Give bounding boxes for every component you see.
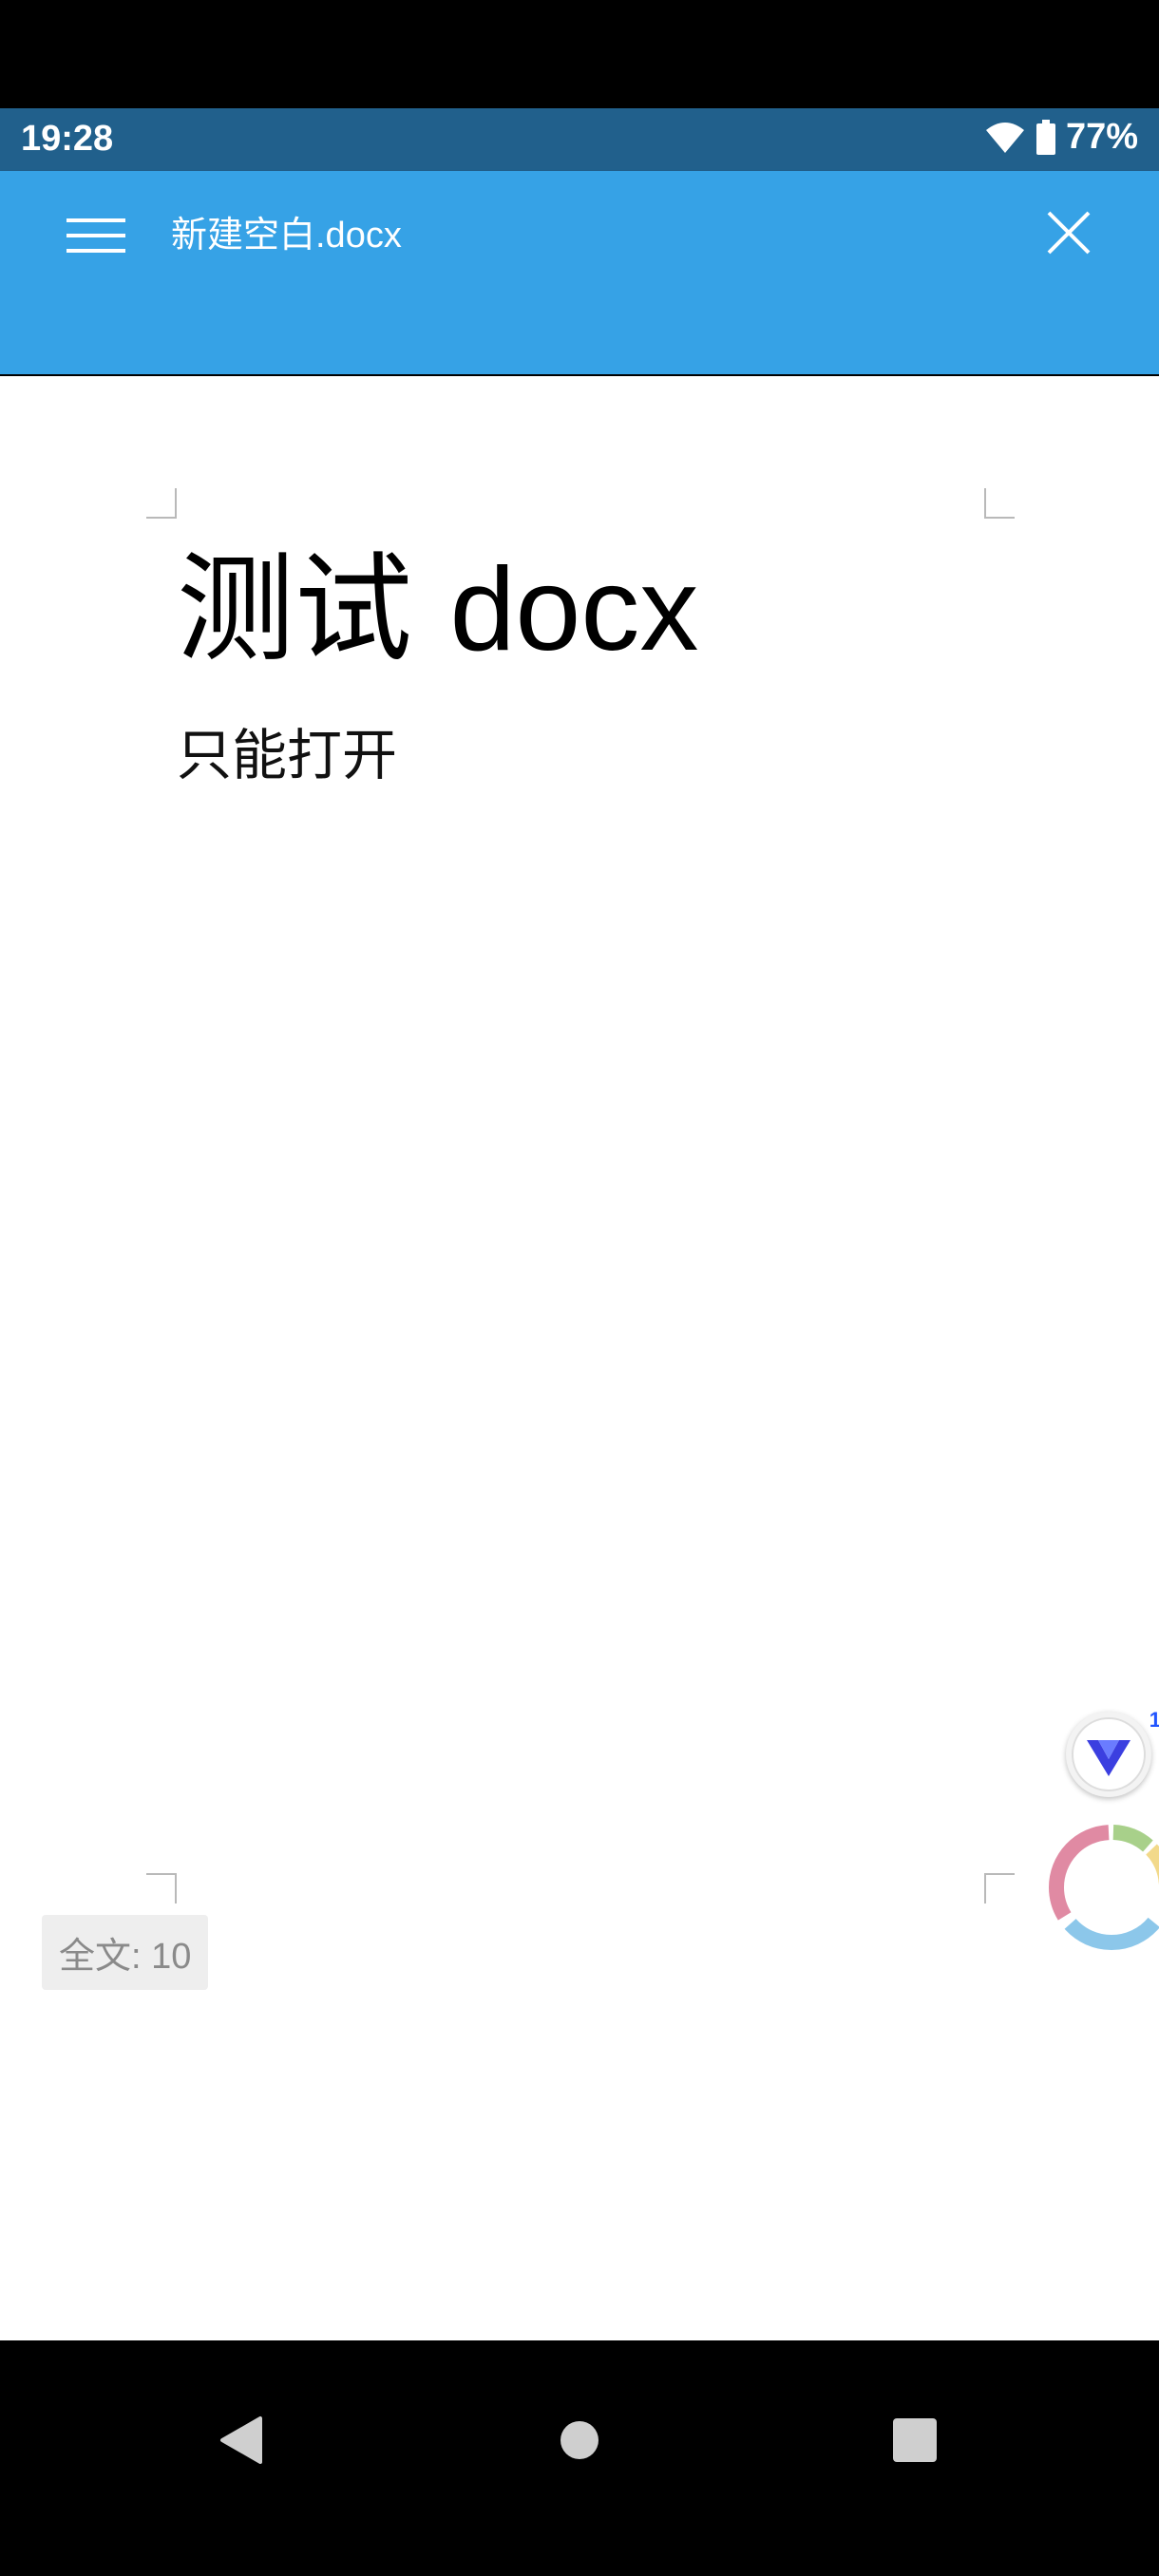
battery-icon <box>1036 119 1055 155</box>
v-badge: 1 <box>1149 1708 1159 1732</box>
v-logo-icon <box>1072 1717 1146 1791</box>
page-corner-bottom-right <box>984 1873 1015 1904</box>
home-circle-icon <box>560 2421 598 2459</box>
wifi-icon <box>985 122 1024 153</box>
word-count-label: 全文: 10 <box>42 1915 209 1990</box>
close-button[interactable] <box>1036 199 1102 266</box>
recents-square-icon <box>893 2418 937 2462</box>
battery-percent: 77% <box>1065 117 1138 157</box>
color-ring-icon <box>1049 1825 1159 1950</box>
navigation-bar <box>0 2340 1159 2576</box>
document-heading: 测试 docx <box>177 545 698 674</box>
page-corner-bottom-left <box>146 1873 177 1904</box>
status-bar: 19:28 77% <box>0 108 1159 171</box>
heading-cjk: 测试 <box>177 541 413 678</box>
status-right: 77% <box>984 117 1138 158</box>
document-canvas[interactable]: 测试 docx 只能打开 全文: 10 1 <box>0 376 1159 2340</box>
status-time: 19:28 <box>21 119 114 159</box>
back-triangle-icon <box>220 2416 262 2464</box>
hamburger-menu-icon <box>66 218 125 253</box>
document-paragraph: 只能打开 <box>177 723 398 787</box>
nav-home-button[interactable] <box>537 2397 622 2483</box>
document-filename: 新建空白.docx <box>171 216 402 256</box>
menu-button[interactable] <box>51 198 141 274</box>
floating-ring-button[interactable] <box>1045 1816 1159 1959</box>
heading-latin: docx <box>449 544 699 675</box>
page-corner-top-right <box>984 488 1015 519</box>
nav-recents-button[interactable] <box>872 2397 958 2483</box>
nav-back-button[interactable] <box>200 2397 285 2483</box>
page-corner-top-left <box>146 488 177 519</box>
app-bar: 新建空白.docx <box>0 171 1159 374</box>
floating-v-button[interactable]: 1 <box>1066 1708 1159 1797</box>
close-icon <box>1047 211 1091 255</box>
